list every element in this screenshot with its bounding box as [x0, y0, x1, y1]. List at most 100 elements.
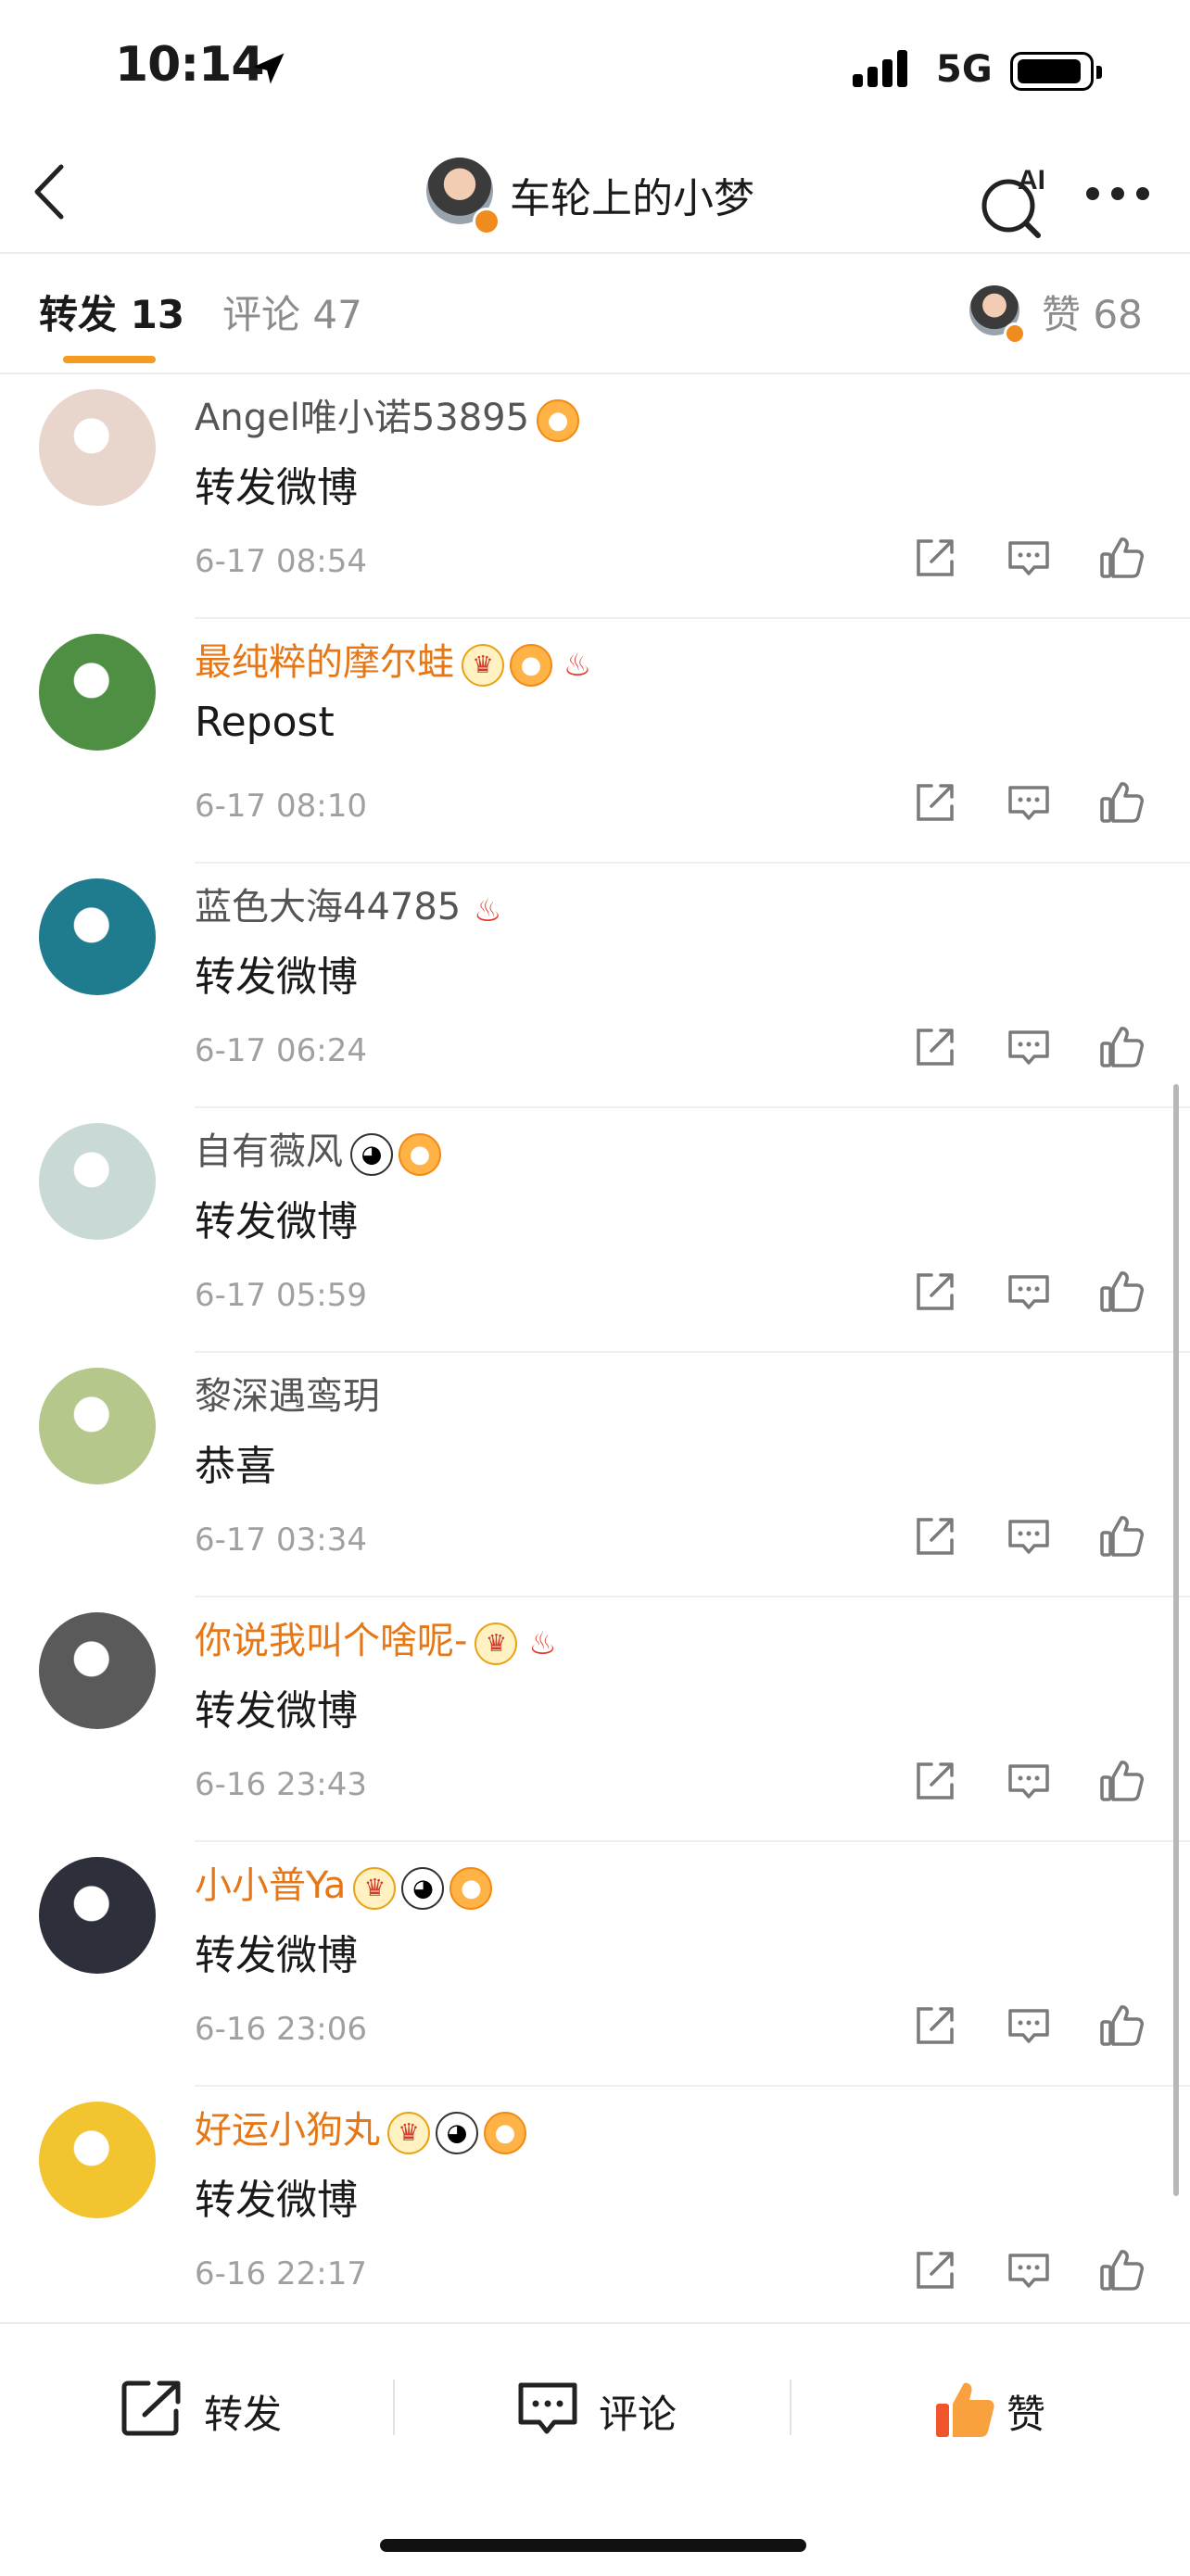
- repost-item[interactable]: 最纯粹的摩尔蛙 ♛ ● ♨ Repost 6-17 08:10: [0, 619, 1190, 864]
- repost-text: 转发微博: [195, 2177, 358, 2224]
- repost-item[interactable]: 自有薇风 ◕ ● 转发微博 6-17 05:59: [0, 1108, 1190, 1353]
- username[interactable]: 黎深遇鸾玥: [195, 1366, 380, 1420]
- user-avatar[interactable]: [39, 1612, 156, 1729]
- username-text: 你说我叫个啥呢-: [195, 1620, 468, 1662]
- repost-item[interactable]: 小小普Ya ♛ ◕ ● 转发微博 6-16 23:06: [0, 1842, 1190, 2087]
- comment-icon[interactable]: [1006, 1269, 1051, 1314]
- timestamp: 6-17 03:34: [195, 1522, 367, 1559]
- comment-icon[interactable]: [1006, 536, 1051, 580]
- ai-search-icon[interactable]: AI: [977, 158, 1051, 241]
- divider: [790, 2380, 791, 2435]
- tab-likes[interactable]: 赞 68: [1042, 284, 1143, 340]
- repost-text: 转发微博: [195, 464, 358, 511]
- battery-icon: [1010, 52, 1102, 91]
- repost-text: 转发微博: [195, 1687, 358, 1735]
- scrollbar[interactable]: [1173, 1084, 1179, 2196]
- more-options-icon[interactable]: [1086, 187, 1151, 202]
- timestamp: 6-17 08:54: [195, 543, 367, 580]
- svg-text:AI: AI: [1018, 165, 1045, 196]
- username[interactable]: 蓝色大海44785 ♨: [195, 877, 513, 930]
- thumbs-up-icon[interactable]: [1099, 2248, 1144, 2292]
- tab-comment[interactable]: 评论 47: [222, 284, 362, 340]
- like-button-label: 赞: [1006, 2392, 1046, 2437]
- verified-badge-icon: [1004, 322, 1026, 345]
- share-icon[interactable]: [913, 1759, 957, 1803]
- timestamp: 6-16 22:17: [195, 2255, 367, 2292]
- repost-list: Angel唯小诺53895 ● 转发微博 6-17 08:54 最纯粹的摩尔蛙 ♛ ● ♨ Re…: [0, 374, 1190, 2331]
- comment-icon[interactable]: [1006, 2248, 1051, 2292]
- username-text: 自有薇风: [195, 1130, 343, 1173]
- comment-icon[interactable]: [1006, 2003, 1051, 2048]
- panda-badge-icon: ◕: [350, 1133, 393, 1176]
- repost-item[interactable]: 好运小狗丸 ♛ ◕ ● 转发微博 6-16 22:17: [0, 2087, 1190, 2331]
- username-text: 最纯粹的摩尔蛙: [195, 641, 454, 684]
- share-icon[interactable]: [913, 2248, 957, 2292]
- share-icon[interactable]: [913, 1269, 957, 1314]
- fish-badge-icon: ●: [399, 1133, 441, 1176]
- user-avatar[interactable]: [39, 1368, 156, 1484]
- share-icon[interactable]: [913, 2003, 957, 2048]
- username[interactable]: 好运小狗丸 ♛ ◕ ●: [195, 2100, 532, 2154]
- fire-badge-icon: ♨: [563, 647, 592, 684]
- user-avatar[interactable]: [39, 2102, 156, 2218]
- crown-badge-icon: ♛: [462, 644, 504, 687]
- timestamp: 6-16 23:06: [195, 2011, 367, 2048]
- fire-badge-icon: ♨: [474, 892, 502, 929]
- share-icon[interactable]: [913, 1514, 957, 1559]
- fish-badge-icon: ●: [484, 2112, 526, 2154]
- divider: [393, 2380, 395, 2435]
- comment-icon[interactable]: [1006, 780, 1051, 825]
- user-avatar[interactable]: [39, 878, 156, 995]
- thumbs-up-filled-icon: [936, 2382, 994, 2437]
- user-avatar[interactable]: [39, 1123, 156, 1240]
- thumbs-up-icon[interactable]: [1099, 1025, 1144, 1069]
- username[interactable]: 你说我叫个啥呢- ♛ ♨: [195, 1610, 567, 1665]
- thumbs-up-icon[interactable]: [1099, 1514, 1144, 1559]
- fish-badge-icon: ●: [510, 644, 552, 687]
- repost-text: 恭喜: [195, 1443, 276, 1490]
- repost-item[interactable]: 你说我叫个啥呢- ♛ ♨ 转发微博 6-16 23:43: [0, 1597, 1190, 1842]
- repost-item[interactable]: 黎深遇鸾玥恭喜 6-17 03:34: [0, 1353, 1190, 1597]
- repost-text: 转发微博: [195, 953, 358, 1001]
- thumbs-up-icon[interactable]: [1099, 1269, 1144, 1314]
- home-indicator: [380, 2539, 806, 2552]
- comment-icon: [518, 2382, 577, 2434]
- panda-badge-icon: ◕: [401, 1867, 445, 1910]
- timestamp: 6-17 05:59: [195, 1277, 367, 1314]
- share-icon[interactable]: [913, 536, 957, 580]
- network-label: 5G: [936, 48, 993, 91]
- comment-button-label: 评论: [599, 2392, 677, 2437]
- thumbs-up-icon[interactable]: [1099, 2003, 1144, 2048]
- user-avatar[interactable]: [39, 1857, 156, 1974]
- username[interactable]: Angel唯小诺53895 ●: [195, 387, 585, 442]
- thumbs-up-icon[interactable]: [1099, 780, 1144, 825]
- repost-item[interactable]: 蓝色大海44785 ♨ 转发微博 6-17 06:24: [0, 864, 1190, 1108]
- crown-badge-icon: ♛: [353, 1867, 397, 1910]
- username-text: 好运小狗丸: [195, 2109, 380, 2152]
- back-chevron-icon[interactable]: [28, 161, 74, 222]
- share-icon[interactable]: [913, 780, 957, 825]
- user-avatar[interactable]: [39, 389, 156, 506]
- username[interactable]: 自有薇风 ◕ ●: [195, 1121, 447, 1176]
- status-bar: 10:14 5G: [0, 0, 1190, 139]
- tab-repost[interactable]: 转发 13: [39, 284, 184, 340]
- cellular-signal-icon: [853, 46, 918, 87]
- repost-icon: [121, 2380, 181, 2436]
- repost-item[interactable]: Angel唯小诺53895 ● 转发微博 6-17 08:54: [0, 374, 1190, 619]
- username[interactable]: 小小普Ya ♛ ◕ ●: [195, 1855, 498, 1910]
- comment-icon[interactable]: [1006, 1514, 1051, 1559]
- verified-badge-icon: [473, 208, 500, 235]
- username[interactable]: 最纯粹的摩尔蛙 ♛ ● ♨: [195, 632, 602, 687]
- username-text: 小小普Ya: [195, 1864, 347, 1907]
- share-icon[interactable]: [913, 1025, 957, 1069]
- thumbs-up-icon[interactable]: [1099, 1759, 1144, 1803]
- crown-badge-icon: ♛: [387, 2112, 430, 2154]
- comment-icon[interactable]: [1006, 1759, 1051, 1803]
- comment-icon[interactable]: [1006, 1025, 1051, 1069]
- page-title[interactable]: 车轮上的小梦: [510, 165, 754, 224]
- user-avatar[interactable]: [39, 634, 156, 751]
- thumbs-up-icon[interactable]: [1099, 536, 1144, 580]
- username-text: Angel唯小诺53895: [195, 397, 530, 439]
- tab-bar: 转发 13 评论 47 赞 68: [0, 254, 1190, 374]
- repost-button-label: 转发: [204, 2392, 283, 2437]
